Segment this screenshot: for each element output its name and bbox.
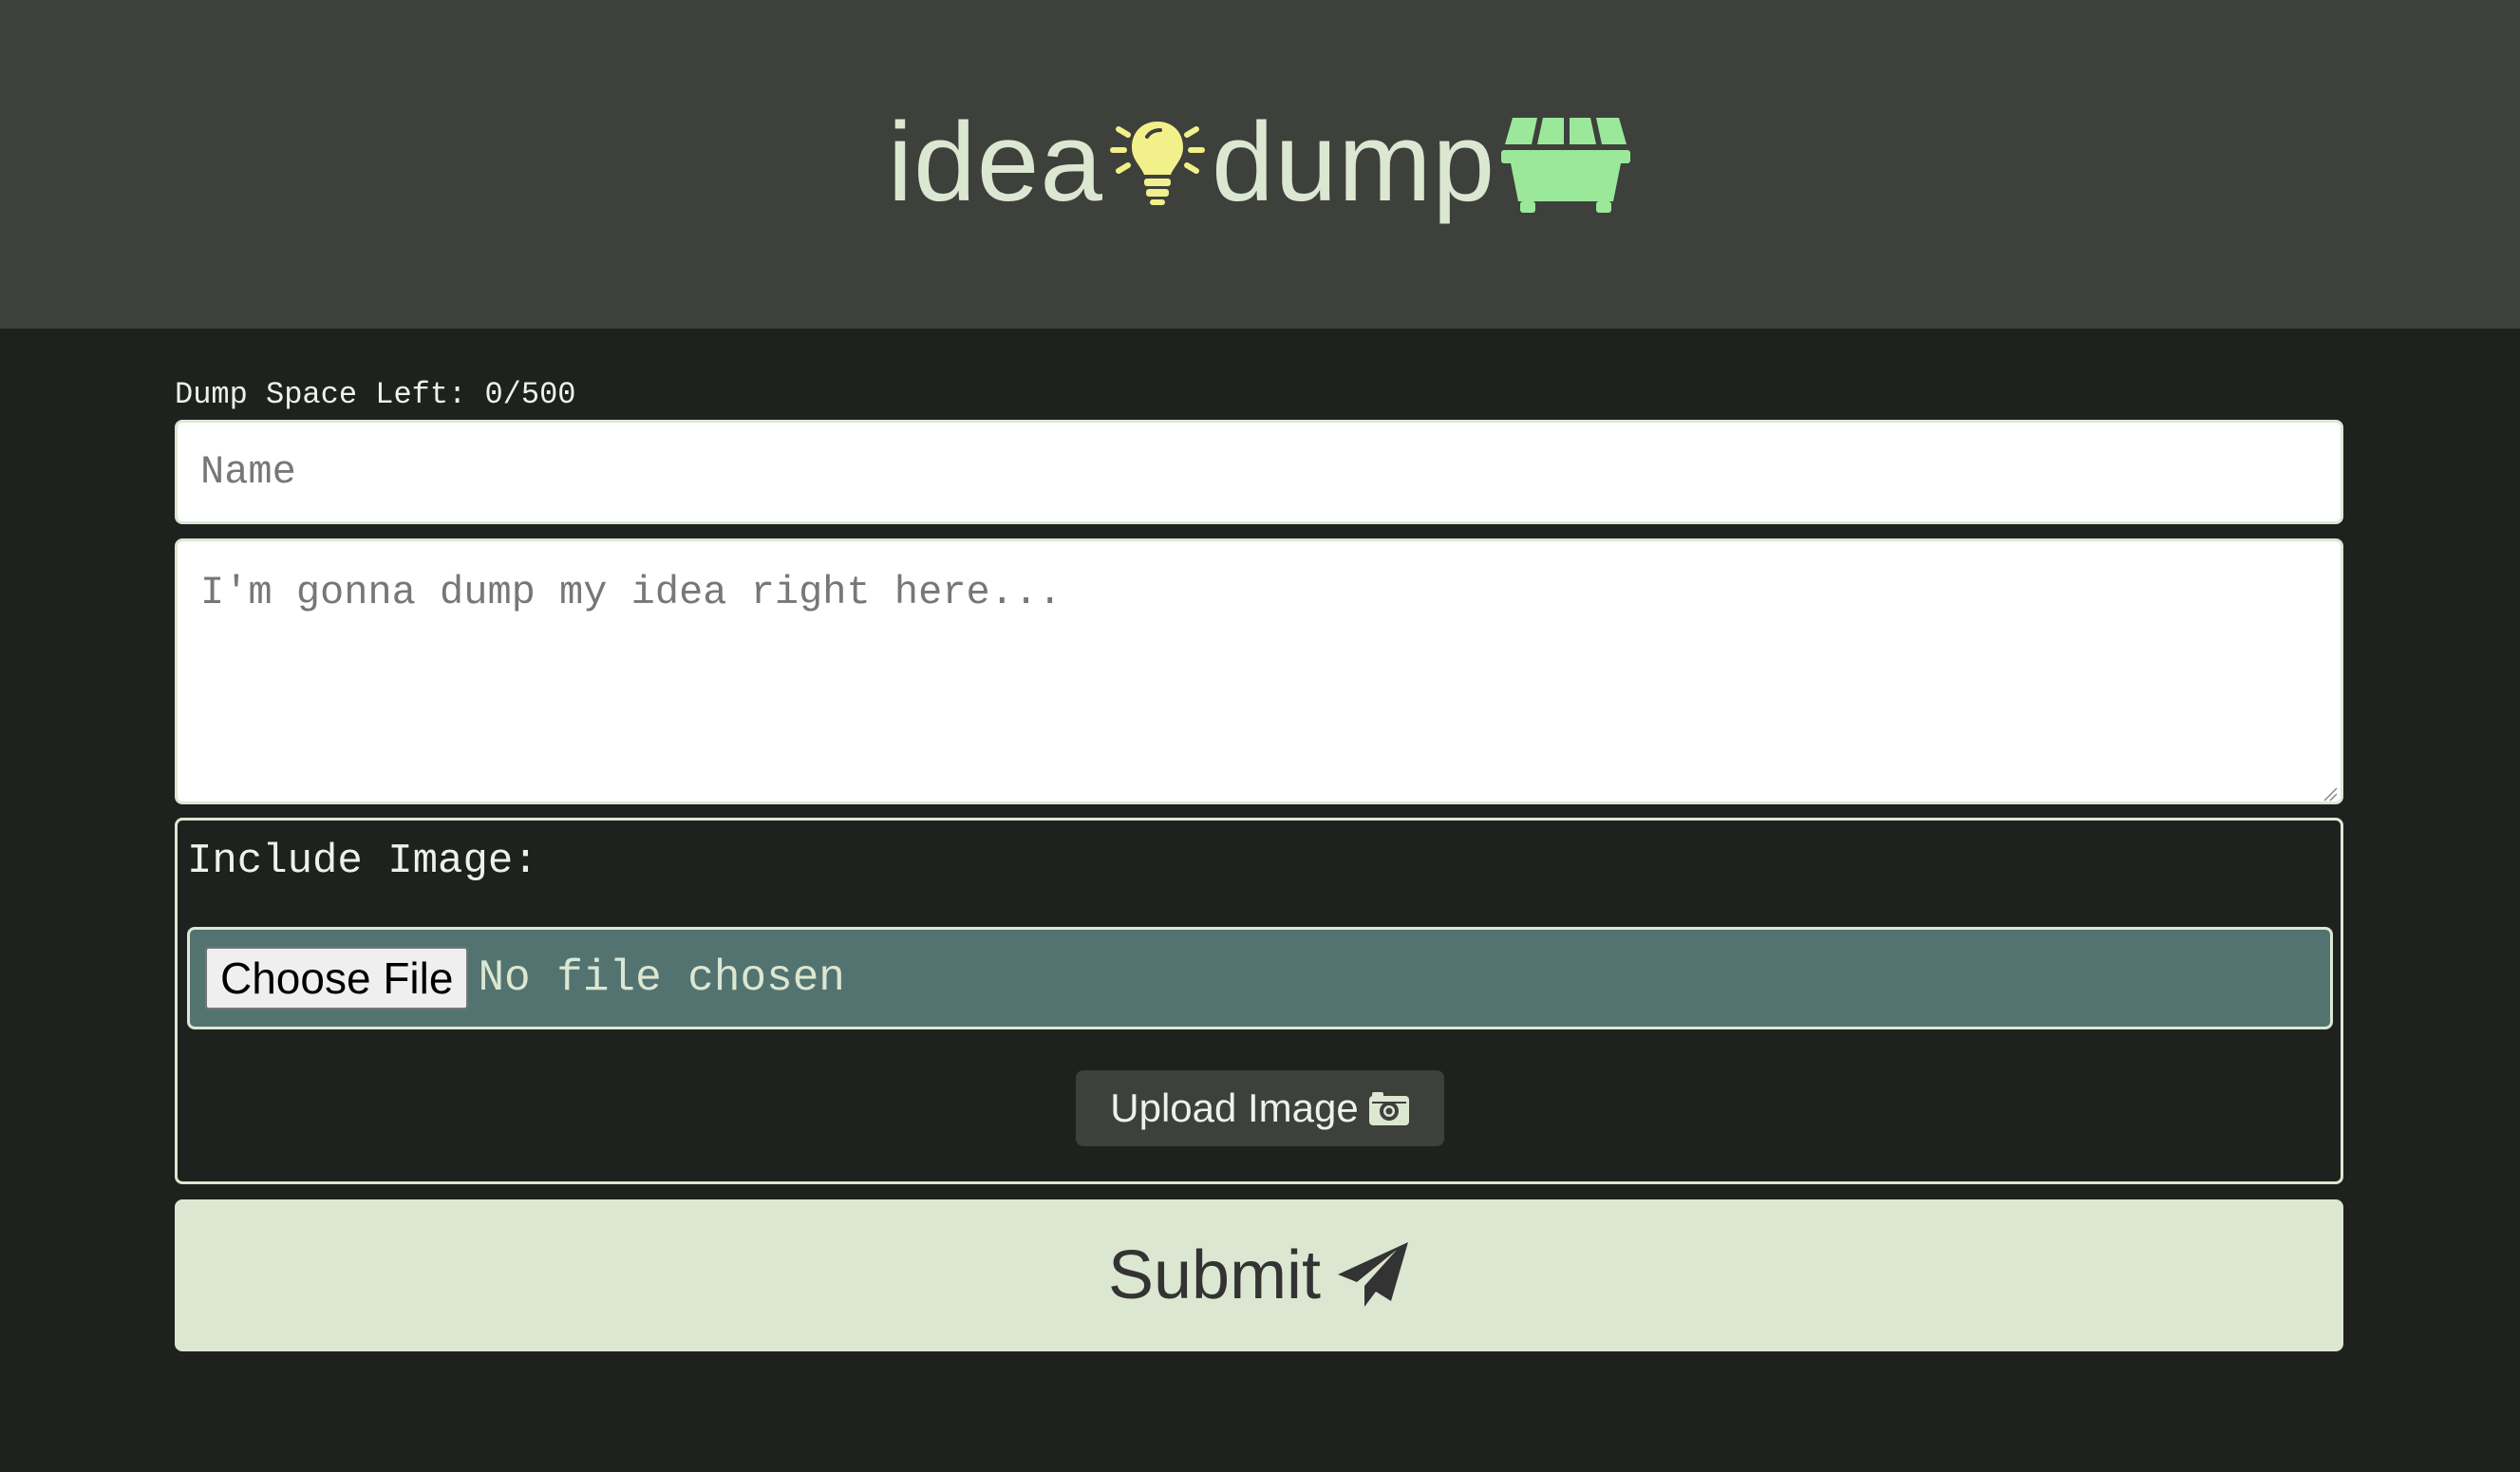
paper-plane-icon xyxy=(1338,1242,1409,1307)
dump-space-counter: Dump Space Left: 0/500 xyxy=(175,377,576,412)
file-input[interactable]: Choose File No file chosen xyxy=(187,927,2333,1029)
upload-image-label: Upload Image xyxy=(1110,1085,1359,1130)
lightbulb-icon xyxy=(1109,122,1205,205)
file-status-text: No file chosen xyxy=(478,953,845,1003)
include-image-label: Include Image: xyxy=(187,838,538,885)
upload-image-button[interactable]: Upload Image xyxy=(1076,1070,1444,1146)
app-header: idea dump xyxy=(0,0,2520,329)
camera-icon xyxy=(1368,1092,1409,1125)
choose-file-button[interactable]: Choose File xyxy=(205,947,469,1010)
idea-textarea[interactable] xyxy=(175,538,2343,804)
logo-word-idea: idea xyxy=(887,100,1103,225)
name-input[interactable] xyxy=(175,420,2343,524)
submit-button[interactable]: Submit xyxy=(175,1199,2343,1351)
dumpster-icon xyxy=(1501,118,1631,213)
submit-label: Submit xyxy=(1107,1237,1322,1313)
logo-word-dump: dump xyxy=(1211,100,1496,225)
app-logo[interactable]: idea dump xyxy=(888,86,1632,238)
resize-grip-icon[interactable] xyxy=(2323,786,2338,802)
include-image-section: Include Image: Choose File No file chose… xyxy=(175,818,2343,1184)
idea-form: Dump Space Left: 0/500 Include Image: Ch… xyxy=(175,370,2343,1351)
